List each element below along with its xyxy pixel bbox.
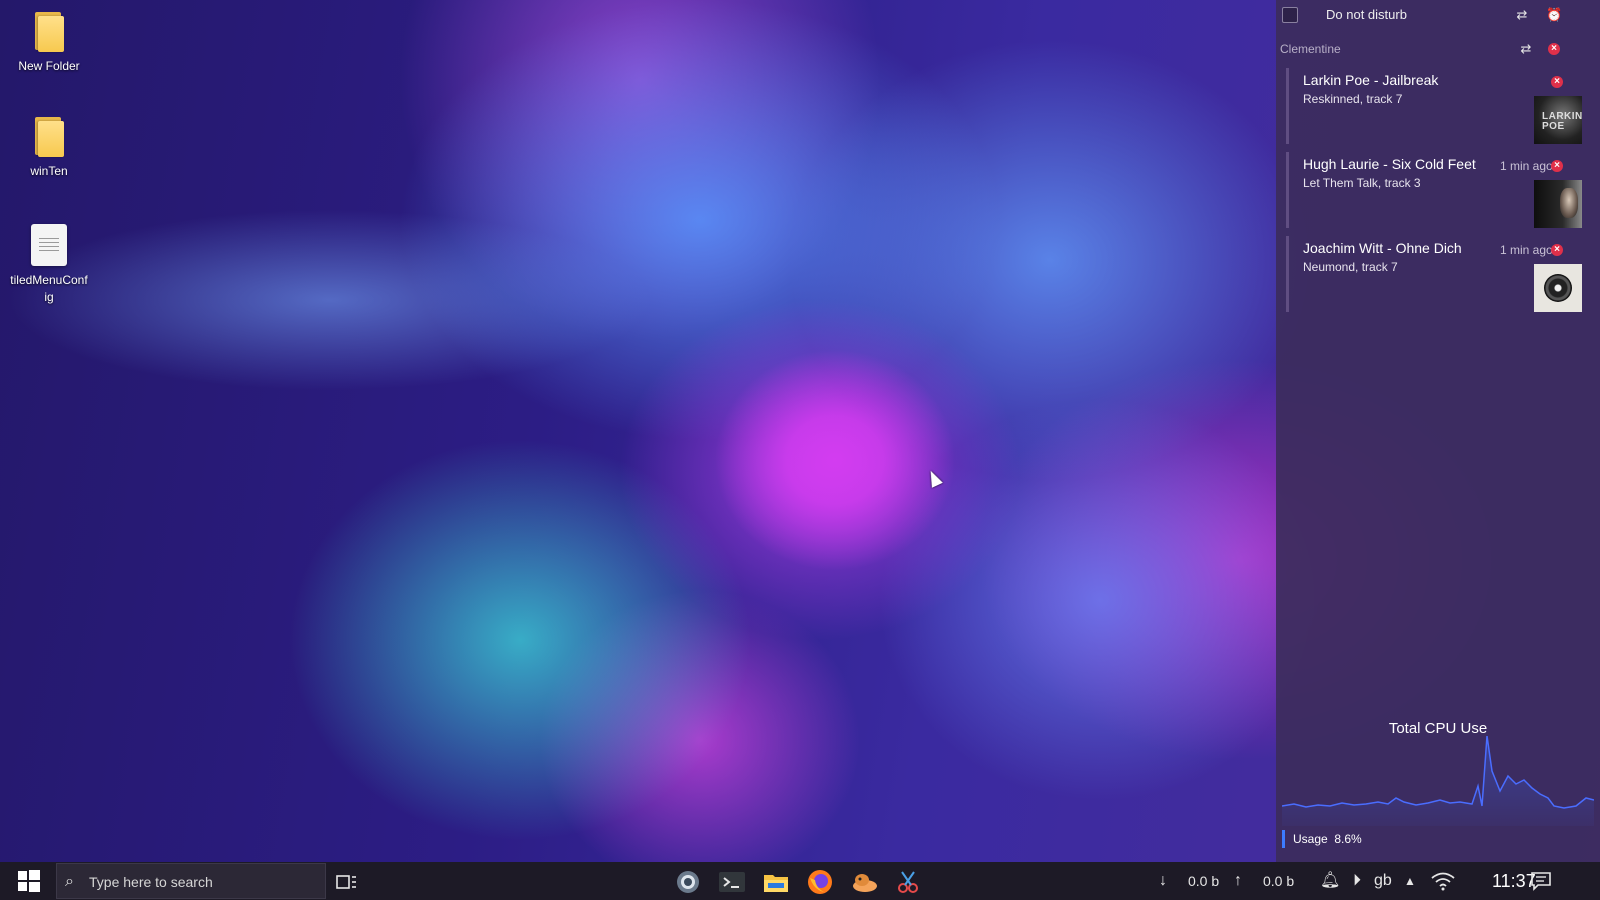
- cpu-widget-title: Total CPU Use: [1388, 720, 1488, 737]
- gimp-icon: [853, 874, 877, 892]
- search-icon: ⌕: [65, 873, 74, 890]
- folder-icon: [33, 12, 65, 52]
- notification-item[interactable]: Hugh Laurie - Six Cold Feet Let Them Tal…: [1286, 152, 1600, 228]
- start-button[interactable]: [12, 869, 44, 893]
- task-view-icon: [336, 875, 356, 889]
- screenshot-tool-icon: [898, 871, 918, 893]
- settings-icon: [677, 871, 699, 893]
- do-not-disturb-label: Do not disturb: [1326, 7, 1407, 22]
- album-art: [1534, 180, 1582, 228]
- keyboard-layout-indicator[interactable]: gb: [1374, 872, 1392, 890]
- app-settings-icon[interactable]: ⇄: [1518, 41, 1534, 57]
- clear-all-icon[interactable]: ⏰: [1546, 7, 1562, 23]
- configure-icon[interactable]: ⇄: [1514, 7, 1530, 23]
- album-art: LARKIN POE: [1534, 96, 1582, 144]
- show-hidden-icons-icon[interactable]: ▲: [1403, 871, 1417, 891]
- file-manager-icon: [764, 875, 788, 892]
- notification-time: 1 min ago: [1500, 243, 1553, 257]
- taskbar-app-screenshot-tool[interactable]: [894, 868, 922, 896]
- taskbar-app-gimp[interactable]: [850, 868, 878, 896]
- desktop-icon-tiledmenuconfig[interactable]: tiledMenuConfig: [10, 224, 88, 306]
- close-notification-icon[interactable]: ×: [1551, 160, 1563, 172]
- file-icon: [31, 224, 67, 266]
- app-group-header: Clementine ⇄ ×: [1276, 38, 1600, 60]
- notification-item[interactable]: Joachim Witt - Ohne Dich Neumond, track …: [1286, 236, 1600, 312]
- cpu-usage-graph: [1282, 736, 1594, 826]
- close-group-icon[interactable]: ×: [1548, 43, 1560, 55]
- taskbar-app-file-manager[interactable]: [762, 868, 790, 896]
- search-input[interactable]: Type here to search: [89, 874, 213, 890]
- notification-subtitle: Reskinned, track 7: [1303, 92, 1403, 106]
- desktop-icon-label: tiledMenuConfig: [10, 273, 88, 304]
- do-not-disturb-row: Do not disturb ⇄ ⏰: [1276, 0, 1600, 30]
- notification-title: Hugh Laurie - Six Cold Feet: [1303, 156, 1476, 172]
- close-notification-icon[interactable]: ×: [1551, 244, 1563, 256]
- action-center-icon[interactable]: [1530, 871, 1552, 891]
- desktop-icon-winten[interactable]: winTen: [10, 117, 88, 180]
- folder-icon: [33, 117, 65, 157]
- upload-arrow-icon: ↑: [1234, 872, 1242, 889]
- taskbar-app-firefox[interactable]: [806, 868, 834, 896]
- taskbar-app-terminal[interactable]: [718, 868, 746, 896]
- download-arrow-icon: ↓: [1159, 872, 1167, 889]
- wifi-icon[interactable]: [1430, 871, 1456, 891]
- desktop-icon-new-folder[interactable]: New Folder: [10, 12, 88, 75]
- notification-time: 1 min ago: [1500, 159, 1553, 173]
- notification-item[interactable]: Larkin Poe - Jailbreak Reskinned, track …: [1286, 68, 1600, 144]
- desktop-icon-label: New Folder: [18, 59, 80, 73]
- notification-subtitle: Neumond, track 7: [1303, 260, 1398, 274]
- firefox-icon: [808, 870, 832, 894]
- notification-title: Joachim Witt - Ohne Dich: [1303, 240, 1462, 256]
- network-download-rate: 0.0 b: [1188, 873, 1220, 889]
- network-upload-rate: 0.0 b: [1263, 873, 1295, 889]
- cpu-usage-legend: Usage 8.6%: [1282, 830, 1362, 848]
- close-notification-icon[interactable]: ×: [1551, 76, 1563, 88]
- notification-subtitle: Let Them Talk, track 3: [1303, 176, 1421, 190]
- taskbar-search-box[interactable]: ⌕ Type here to search: [56, 863, 326, 899]
- taskbar-app-settings[interactable]: [674, 868, 702, 896]
- cpu-usage-label: Usage: [1293, 832, 1328, 846]
- album-art-text: LARKIN POE: [1542, 111, 1582, 132]
- desktop-icon-label: winTen: [30, 164, 68, 178]
- media-player-icon[interactable]: ⏵: [1348, 871, 1366, 891]
- taskbar: ⌕ Type here to search ↓ 0.0 b ↑ 0.0 b 🔔︎…: [0, 862, 1600, 900]
- notifications-bell-icon[interactable]: 🔔︎: [1320, 871, 1340, 891]
- do-not-disturb-checkbox[interactable]: [1282, 7, 1298, 23]
- notification-title: Larkin Poe - Jailbreak: [1303, 72, 1439, 88]
- terminal-icon: [719, 872, 745, 892]
- cpu-usage-value: 8.6%: [1334, 832, 1362, 846]
- app-name: Clementine: [1280, 42, 1341, 56]
- task-view-button[interactable]: [332, 868, 360, 896]
- album-art: [1534, 264, 1582, 312]
